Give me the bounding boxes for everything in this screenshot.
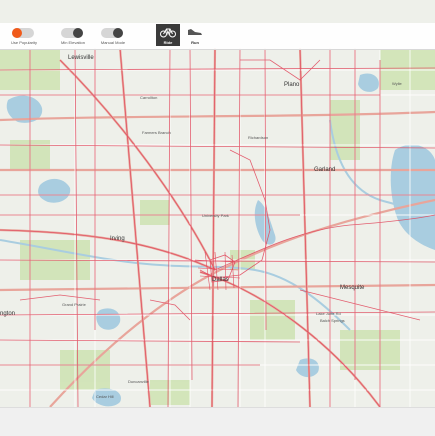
city-label-grand-prairie: Grand Prairie — [62, 302, 86, 307]
city-label-university-park: University Park — [202, 213, 229, 218]
min-elevation-label: Min Elevation — [60, 40, 85, 45]
use-popularity-toggle[interactable]: Use Popularity — [2, 27, 46, 49]
run-mode-button[interactable]: Run — [183, 24, 207, 46]
run-label: Run — [191, 40, 199, 45]
city-label-duncanville: Duncanville — [128, 379, 149, 384]
city-label-garland: Garland — [314, 167, 336, 173]
ride-label: Ride — [163, 40, 173, 45]
ride-mode-button[interactable]: Ride — [156, 24, 180, 46]
shoe-icon — [188, 29, 202, 35]
min-elevation-toggle[interactable]: Min Elevation — [51, 27, 95, 49]
manual-mode-label: Manual Mode — [100, 40, 126, 45]
city-label-cedar-hill: Cedar Hill — [96, 394, 114, 399]
city-label-lewisville: Lewisville — [68, 55, 94, 61]
city-label-irving: Irving — [110, 236, 125, 242]
city-label-wylie: Wylie — [392, 81, 402, 86]
city-label-dallas: Dallas — [212, 277, 229, 283]
city-label-richardson: Richardson — [248, 135, 269, 140]
road-label-lake-june: Lake June Rd — [316, 311, 341, 316]
manual-mode-toggle[interactable]: Manual Mode — [91, 27, 135, 49]
city-label-carrollton: Carrollton — [140, 95, 158, 100]
use-popularity-label: Use Popularity — [10, 40, 37, 45]
city-label-arlington: ngton — [0, 311, 16, 317]
city-label-balch-springs: Balch Springs — [320, 318, 345, 323]
city-label-mesquite: Mesquite — [340, 285, 365, 291]
bottom-panel — [0, 407, 435, 436]
city-label-farmers-branch: Farmers Branch — [142, 130, 171, 135]
route-options-toolbar: Use Popularity Min Elevation Manual Mode — [0, 23, 435, 50]
city-label-plano: Plano — [284, 82, 300, 88]
bike-icon — [160, 28, 176, 38]
